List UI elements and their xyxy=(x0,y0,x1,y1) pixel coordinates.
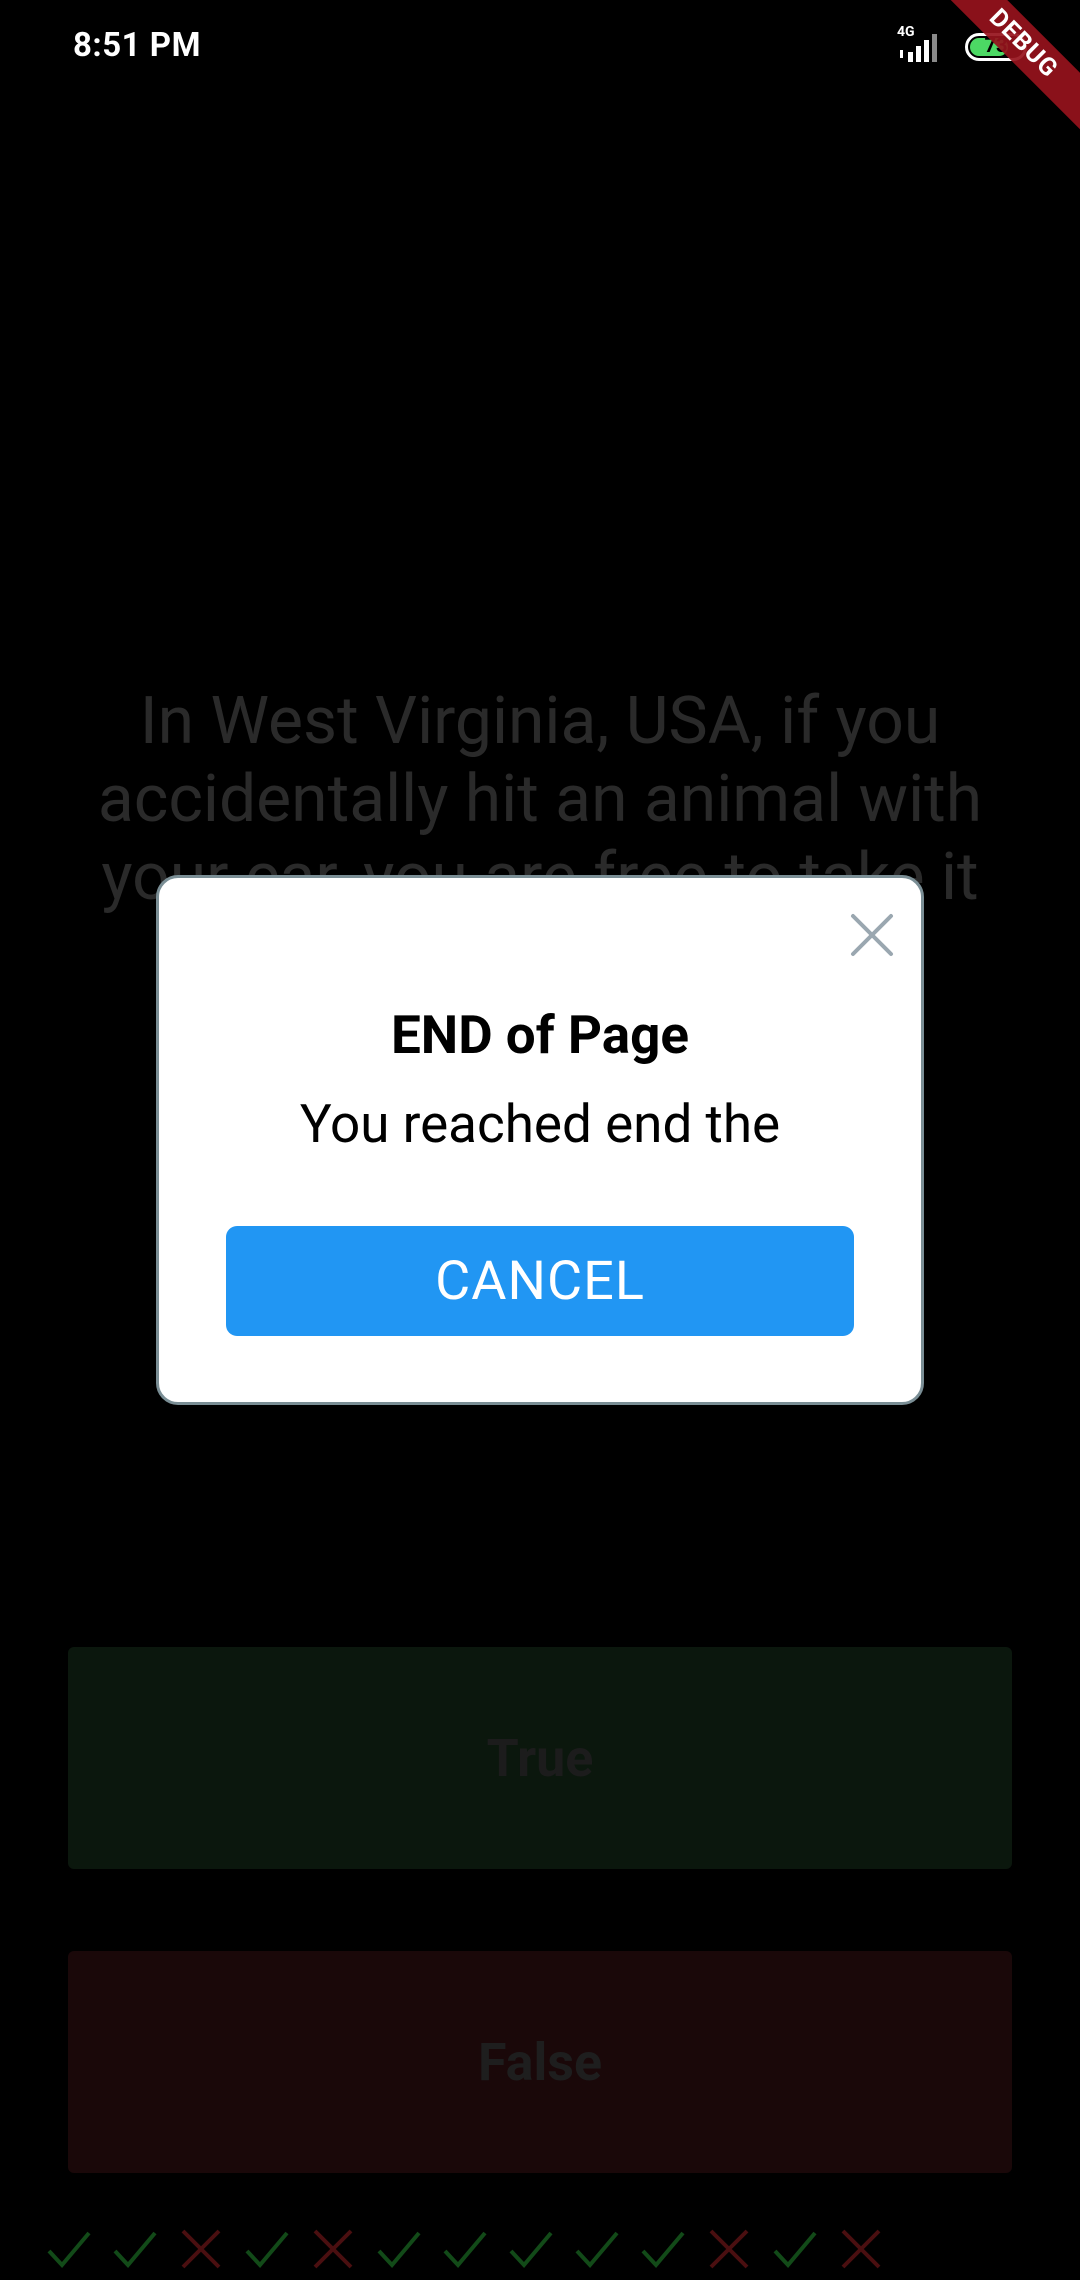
signal-icon: 4G xyxy=(894,24,950,64)
cross-icon xyxy=(300,2225,366,2280)
check-icon xyxy=(498,2225,564,2280)
check-icon xyxy=(36,2225,102,2280)
debug-banner: DEBUG xyxy=(927,0,1080,140)
cross-icon xyxy=(696,2225,762,2280)
quiz-screen: 8:51 PM 4G 73 DEBUG In West Virginia, US… xyxy=(0,0,1080,2280)
check-icon xyxy=(630,2225,696,2280)
check-icon xyxy=(102,2225,168,2280)
status-bar: 8:51 PM 4G 73 DEBUG xyxy=(0,0,1080,140)
check-icon xyxy=(762,2225,828,2280)
false-button-label: False xyxy=(477,2031,603,2093)
check-icon xyxy=(234,2225,300,2280)
false-button[interactable]: False xyxy=(68,1951,1012,2173)
score-keeper xyxy=(36,2225,894,2280)
check-icon xyxy=(564,2225,630,2280)
cancel-button[interactable]: CANCEL xyxy=(226,1226,854,1336)
close-icon[interactable] xyxy=(849,912,895,958)
dialog-title: END of Page xyxy=(390,1004,690,1066)
true-button[interactable]: True xyxy=(68,1647,1012,1869)
dialog-message: You reached end the xyxy=(299,1093,781,1155)
cross-icon xyxy=(168,2225,234,2280)
status-time: 8:51 PM xyxy=(73,26,201,65)
true-button-label: True xyxy=(486,1727,594,1789)
check-icon xyxy=(366,2225,432,2280)
network-type-label: 4G xyxy=(897,24,915,40)
cancel-button-label: CANCEL xyxy=(435,1249,645,1313)
cross-icon xyxy=(828,2225,894,2280)
check-icon xyxy=(432,2225,498,2280)
end-of-page-dialog: END of Page You reached end the CANCEL xyxy=(156,875,924,1405)
